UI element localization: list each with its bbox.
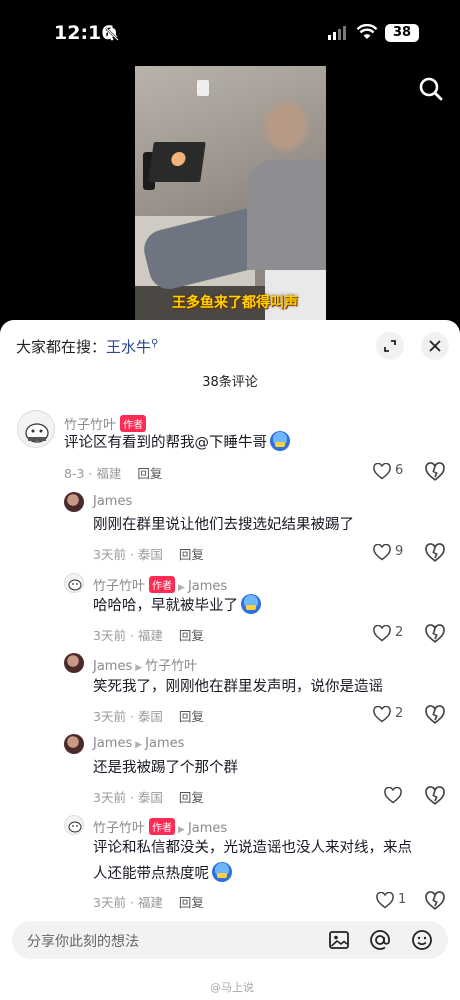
status-bar: 12:16 38 (0, 20, 460, 50)
video-frame[interactable]: 王多鱼来了都得叫声 (135, 66, 326, 340)
expand-button[interactable] (376, 332, 404, 360)
signal-icon (328, 26, 346, 40)
bell-slash-icon (105, 27, 119, 41)
broken-heart-icon[interactable] (425, 543, 445, 563)
broken-heart-icon[interactable] (425, 462, 445, 482)
author-badge: 作者 (149, 576, 176, 593)
at-mention-icon[interactable] (369, 929, 391, 951)
trending-search[interactable]: 大家都在搜：王水牛⚲ (16, 336, 158, 357)
username[interactable]: 竹子竹叶 (93, 821, 145, 836)
avatar[interactable] (64, 573, 84, 593)
heart-icon (376, 892, 394, 909)
wifi-icon (356, 24, 378, 39)
avatar[interactable] (64, 815, 84, 835)
comment-text: 刚刚在群里说让他们去搜选妃结果被踢了 (93, 517, 354, 533)
heart-icon (384, 787, 402, 804)
image-icon[interactable] (328, 929, 350, 951)
battery-icon: 38 (385, 24, 419, 42)
heart-icon (373, 625, 391, 642)
reply-arrow-icon: ▶ (135, 663, 143, 673)
emoji-icon (212, 862, 232, 882)
username[interactable]: James (93, 494, 132, 509)
reply-to-username[interactable]: James (188, 579, 227, 594)
avatar[interactable] (64, 734, 84, 754)
heart-icon (373, 463, 391, 480)
close-button[interactable] (421, 332, 449, 360)
comment-count: 38条评论 (202, 375, 258, 390)
broken-heart-icon[interactable] (425, 891, 445, 911)
broken-heart-icon[interactable] (425, 705, 445, 725)
username[interactable]: 竹子竹叶 (93, 579, 145, 594)
trending-keyword[interactable]: 王水牛 (106, 338, 151, 356)
comment-meta: 3天前 · 福建 (93, 895, 163, 910)
comment-text-line1: 评论和私信都没关，光说造谣也没人来对线，来点 (93, 840, 412, 856)
comment-text: 哈哈哈，早就被毕业了 (93, 593, 261, 619)
avatar[interactable] (64, 492, 84, 512)
comment-text: 笑死我了，刚刚他在群里发声明，说你是造谣 (93, 679, 383, 695)
comment-text: 人还能带点热度呢 (93, 861, 232, 887)
like-count: 1 (398, 892, 407, 907)
avatar[interactable] (17, 410, 55, 448)
comment-meta: 8-3 · 福建 (64, 466, 122, 481)
broken-heart-icon[interactable] (425, 624, 445, 644)
reply-to-username[interactable]: James (145, 736, 184, 751)
reply-button[interactable]: 回复 (179, 547, 204, 562)
reply-button[interactable]: 回复 (179, 709, 204, 724)
reply-button[interactable]: 回复 (179, 628, 204, 643)
heart-icon (373, 706, 391, 723)
reply-arrow-icon: ▶ (178, 583, 185, 593)
reply-to-username[interactable]: James (188, 821, 227, 836)
reply-button[interactable]: 回复 (179, 895, 204, 910)
video-caption: 王多鱼来了都得叫声 (172, 295, 298, 311)
comment-meta: 3天前 · 泰国 (93, 790, 163, 805)
close-icon (429, 340, 441, 352)
avatar[interactable] (64, 653, 84, 673)
comment-meta: 3天前 · 福建 (93, 628, 163, 643)
reply-button[interactable]: 回复 (179, 790, 204, 805)
emoji-icon (241, 594, 261, 614)
reply-button[interactable]: 回复 (137, 466, 162, 481)
like-count: 9 (395, 544, 404, 559)
heart-icon (373, 544, 391, 561)
username[interactable]: James (93, 659, 132, 674)
comment-screen: 12:16 38 王多鱼来了都得叫声 大家都在搜：王水牛⚲ 38条评论 竹子竹叶… (0, 0, 460, 1000)
comment-meta: 3天前 · 泰国 (93, 547, 163, 562)
comment-text: 还是我被踢了个那个群 (93, 760, 238, 776)
search-icon[interactable] (416, 74, 446, 104)
like-count: 2 (395, 625, 404, 640)
comment-meta: 3天前 · 泰国 (93, 709, 163, 724)
video-area: 12:16 38 王多鱼来了都得叫声 (0, 0, 460, 340)
like-button[interactable] (384, 786, 428, 806)
like-count: 2 (395, 706, 404, 721)
like-button[interactable]: 1 (376, 891, 420, 911)
comment-text: 评论区有看到的帮我@下睡牛哥 (64, 430, 290, 456)
like-button[interactable]: 6 (373, 462, 417, 482)
reply-arrow-icon: ▶ (178, 825, 185, 835)
comment-input-placeholder: 分享你此刻的想法 (27, 934, 139, 950)
watermark: @马上说 (210, 981, 254, 994)
like-count: 6 (395, 463, 404, 478)
like-button[interactable]: 9 (373, 543, 417, 563)
expand-icon (384, 340, 396, 352)
broken-heart-icon[interactable] (425, 786, 445, 806)
comment-input[interactable]: 分享你此刻的想法 (12, 921, 448, 959)
author-badge: 作者 (149, 818, 176, 835)
username[interactable]: James (93, 736, 132, 751)
emoji-icon (270, 431, 290, 451)
reply-arrow-icon: ▶ (135, 740, 143, 750)
emoji-picker-icon[interactable] (411, 929, 433, 951)
like-button[interactable]: 2 (373, 624, 417, 644)
like-button[interactable]: 2 (373, 705, 417, 725)
search-icon: ⚲ (151, 338, 159, 349)
reply-to-username[interactable]: 竹子竹叶 (145, 659, 197, 674)
